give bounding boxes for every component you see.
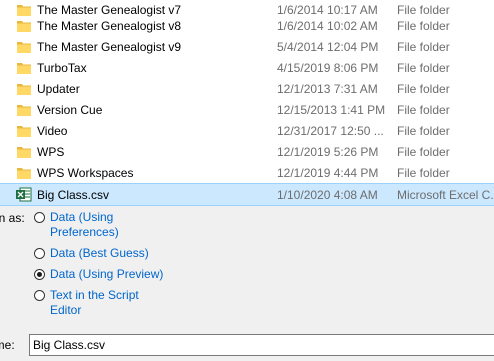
file-type: File folder — [397, 61, 450, 75]
radio-label[interactable]: Text in the Script Editor — [50, 288, 139, 318]
radio-label[interactable]: Data (Best Guess) — [50, 246, 149, 261]
folder-icon — [17, 84, 31, 95]
file-row[interactable]: WPS Workspaces 12/1/2019 4:44 PM File fo… — [0, 163, 494, 184]
open-as-label: en as: — [0, 211, 25, 225]
radio-button[interactable] — [34, 212, 45, 223]
file-type: Microsoft Excel C... — [397, 188, 494, 202]
file-name: WPS Workspaces — [37, 166, 134, 180]
file-row-selected[interactable]: Big Class.csv 1/10/2020 4:08 AM Microsof… — [0, 183, 494, 206]
file-date: 12/1/2019 4:44 PM — [277, 166, 379, 180]
radio-label[interactable]: Data (Using Preview) — [50, 267, 163, 282]
file-name: Updater — [37, 82, 80, 96]
file-name: The Master Genealogist v9 — [37, 40, 182, 54]
file-row[interactable]: The Master Genealogist v9 5/4/2014 12:04… — [0, 37, 494, 58]
radio-label[interactable]: Data (Using Preferences) — [50, 210, 119, 240]
file-date: 5/4/2014 12:04 PM — [277, 40, 379, 54]
file-name: Version Cue — [37, 103, 103, 117]
file-type: File folder — [397, 103, 450, 117]
folder-icon — [17, 168, 31, 179]
file-name-label: ame: — [0, 338, 15, 352]
excel-csv-icon — [16, 187, 32, 202]
file-row[interactable]: Version Cue 12/15/2013 1:41 PM File fold… — [0, 100, 494, 121]
file-type: File folder — [397, 166, 450, 180]
file-date: 1/6/2014 10:17 AM — [277, 3, 378, 17]
radio-button[interactable] — [34, 248, 45, 259]
file-date: 12/1/2013 7:31 AM — [277, 82, 378, 96]
file-row[interactable]: TurboTax 4/15/2019 8:06 PM File folder — [0, 58, 494, 79]
file-list: The Master Genealogist v7 1/6/2014 10:17… — [0, 0, 494, 206]
folder-icon — [17, 63, 31, 74]
folder-icon — [17, 21, 31, 32]
file-type: File folder — [397, 124, 450, 138]
file-name: The Master Genealogist v8 — [37, 19, 182, 33]
folder-icon — [17, 126, 31, 137]
file-date: 1/10/2020 4:08 AM — [277, 188, 378, 202]
open-as-panel: en as: Data (UsingPreferences) Data (Bes… — [0, 206, 494, 361]
file-type: File folder — [397, 145, 450, 159]
file-type: File folder — [397, 3, 450, 17]
file-date: 4/15/2019 8:06 PM — [277, 61, 379, 75]
file-name-input[interactable]: Big Class.csv — [29, 334, 494, 356]
file-name: The Master Genealogist v7 — [37, 3, 182, 17]
radio-button-checked[interactable] — [34, 269, 45, 280]
folder-icon — [17, 5, 31, 16]
file-row[interactable]: Updater 12/1/2013 7:31 AM File folder — [0, 79, 494, 100]
file-row[interactable]: The Master Genealogist v8 1/6/2014 10:02… — [0, 16, 494, 37]
file-row[interactable]: WPS 12/1/2019 5:26 PM File folder — [0, 142, 494, 163]
file-date: 12/15/2013 1:41 PM — [277, 103, 386, 117]
file-name: WPS — [37, 145, 65, 159]
folder-icon — [17, 105, 31, 116]
file-row[interactable]: Video 12/31/2017 12:50 ... File folder — [0, 121, 494, 142]
file-name: TurboTax — [37, 61, 87, 75]
folder-icon — [17, 147, 31, 158]
file-type: File folder — [397, 40, 450, 54]
file-type: File folder — [397, 19, 450, 33]
file-type: File folder — [397, 82, 450, 96]
file-date: 12/31/2017 12:50 ... — [277, 124, 384, 138]
file-date: 1/6/2014 10:02 AM — [277, 19, 378, 33]
radio-button[interactable] — [34, 290, 45, 301]
file-name: Big Class.csv — [37, 188, 110, 202]
file-date: 12/1/2019 5:26 PM — [277, 145, 379, 159]
file-name: Video — [37, 124, 68, 138]
folder-icon — [17, 42, 31, 53]
